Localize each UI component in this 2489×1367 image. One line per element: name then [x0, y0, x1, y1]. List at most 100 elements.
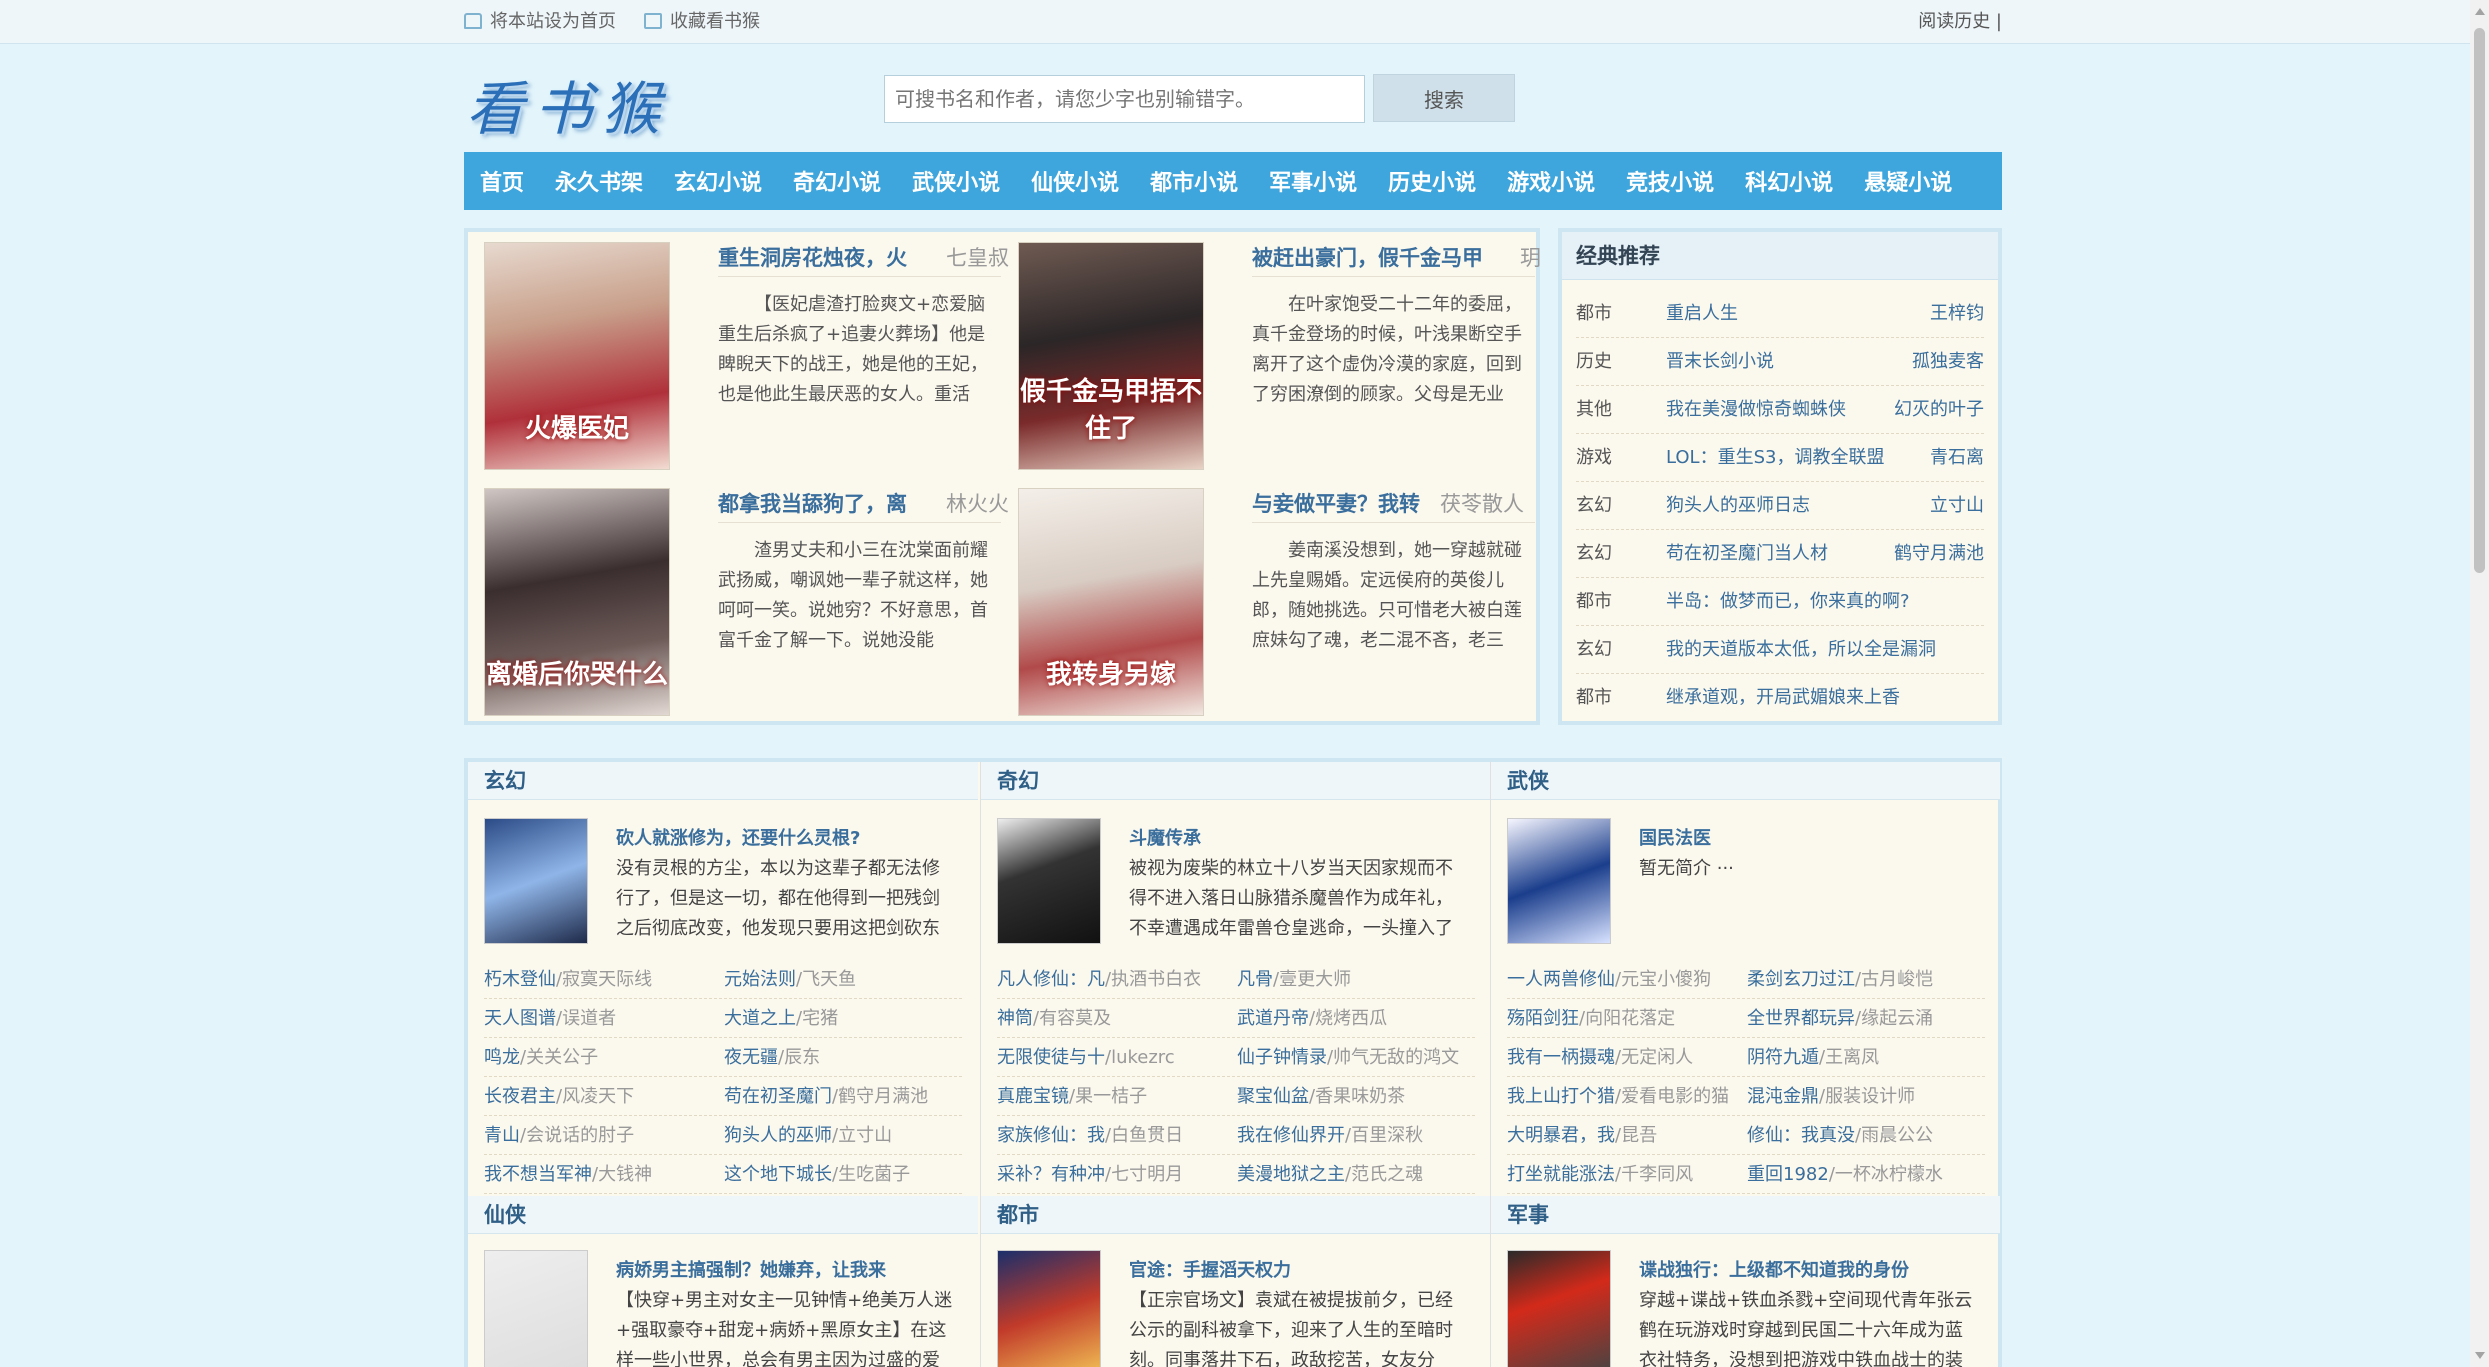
book-title[interactable]: 斗魔传承 — [1129, 824, 1201, 850]
nav-lishi[interactable]: 历史小说 — [1388, 165, 1476, 197]
list-item: 都市 继承道观，开局武媚娘来上香 — [1576, 687, 1900, 708]
list-item[interactable]: 青山/会说话的肘子 — [484, 1116, 722, 1155]
list-item[interactable]: 我上山打个猎/爱看电影的猫 — [1507, 1077, 1745, 1116]
list-item[interactable]: 凡人修仙：凡/执酒书白衣 — [997, 960, 1235, 999]
book-description: 渣男丈夫和小三在沈棠面前耀武扬威，嘲讽她一辈子就这样，她呵呵一笑。说她穷？不好意… — [718, 540, 988, 651]
list-item[interactable]: 打坐就能涨法/千李同风 — [1507, 1155, 1745, 1194]
list-item[interactable]: 一人两兽修仙/元宝小傻狗 — [1507, 960, 1745, 999]
book-cover[interactable] — [484, 818, 588, 944]
list-item: 其他 我在美漫做惊奇蜘蛛侠 幻灭的叶子 — [1576, 386, 1984, 434]
page-scrollbar[interactable] — [2470, 0, 2489, 1367]
book-cover[interactable]: 离婚后你哭什么 — [484, 488, 670, 716]
list-item[interactable]: 美漫地狱之主/范氏之魂 — [1237, 1155, 1475, 1194]
search-input[interactable] — [884, 75, 1365, 123]
list-item[interactable]: 武道丹帝/烧烤西瓜 — [1237, 999, 1475, 1038]
nav-xianxia[interactable]: 仙侠小说 — [1031, 165, 1119, 197]
list-item[interactable]: 苟在初圣魔门/鹤守月满池 — [724, 1077, 962, 1116]
nav-xuanhuan[interactable]: 玄幻小说 — [674, 165, 762, 197]
book-title[interactable]: 重生洞房花烛夜，火 — [718, 242, 907, 272]
list-item[interactable]: 聚宝仙盆/香果味奶茶 — [1237, 1077, 1475, 1116]
list-item[interactable]: 朽木登仙/寂寞天际线 — [484, 960, 722, 999]
book-author: 茯苓散人 — [1440, 492, 1524, 516]
category-title[interactable]: 武侠 — [1491, 762, 2000, 800]
book-title[interactable]: 官途：手握滔天权力 — [1129, 1256, 1291, 1282]
book-cover[interactable] — [1507, 818, 1611, 944]
book-cover[interactable]: 火爆医妃 — [484, 242, 670, 470]
list-item[interactable]: 柔剑玄刀过江/古月峻恺 — [1747, 960, 1985, 999]
list-item[interactable]: 鸣龙/关关公子 — [484, 1038, 722, 1077]
book-title[interactable]: 被赶出豪门，假千金马甲 — [1252, 242, 1483, 272]
book-cover[interactable] — [997, 818, 1101, 944]
list-item[interactable]: 凡骨/壹更大师 — [1237, 960, 1475, 999]
book-title[interactable]: 病娇男主搞强制？她嫌弃，让我来 — [616, 1256, 886, 1282]
category-title[interactable]: 玄幻 — [468, 762, 978, 800]
scrollbar-thumb[interactable] — [2474, 28, 2485, 573]
book-description: 暂无简介 ··· — [1639, 858, 1734, 879]
book-title[interactable]: 谍战独行：上级都不知道我的身份 — [1639, 1256, 1909, 1282]
list-item[interactable]: 殇陌剑狂/向阳花落定 — [1507, 999, 1745, 1038]
site-logo[interactable]: 看书猴 — [466, 62, 670, 146]
nav-xuanyi[interactable]: 悬疑小说 — [1864, 165, 1952, 197]
nav-wuxia[interactable]: 武侠小说 — [912, 165, 1000, 197]
list-item[interactable]: 夜无疆/辰东 — [724, 1038, 962, 1077]
home-icon — [464, 13, 482, 29]
book-description: 在叶家饱受二十二年的委屈，真千金登场的时候，叶浅果断空手离开了这个虚伪冷漠的家庭… — [1252, 294, 1522, 405]
list-item[interactable]: 大道之上/宅猪 — [724, 999, 962, 1038]
list-item[interactable]: 家族修仙：我/白鱼贯日 — [997, 1116, 1235, 1155]
featured-books-panel: 火爆医妃 重生洞房花烛夜，火 七皇叔 【医妃虐渣打脸爽文+恋爱脑重生后杀疯了+追… — [464, 228, 1541, 725]
book-author: 七皇叔 — [946, 246, 1009, 270]
book-cover[interactable] — [484, 1250, 588, 1367]
list-item[interactable]: 重回1982/一杯冰柠檬水 — [1747, 1155, 1985, 1194]
category-title[interactable]: 军事 — [1491, 1196, 2000, 1234]
list-item[interactable]: 大明暴君，我/昆吾 — [1507, 1116, 1745, 1155]
book-description: 【医妃虐渣打脸爽文+恋爱脑重生后杀疯了+追妻火葬场】他是睥睨天下的战王，她是他的… — [718, 294, 988, 405]
list-item[interactable]: 我在修仙界开/百里深秋 — [1237, 1116, 1475, 1155]
search-button[interactable]: 搜索 — [1373, 74, 1515, 122]
list-item[interactable]: 真鹿宝镜/果一桔子 — [997, 1077, 1235, 1116]
book-cover[interactable] — [1507, 1250, 1611, 1367]
list-item[interactable]: 元始法则/飞天鱼 — [724, 960, 962, 999]
list-item[interactable]: 长夜君主/风凌天下 — [484, 1077, 722, 1116]
nav-bookshelf[interactable]: 永久书架 — [555, 165, 643, 197]
nav-junshi[interactable]: 军事小说 — [1269, 165, 1357, 197]
book-title[interactable]: 砍人就涨修为，还要什么灵根? — [616, 824, 860, 850]
nav-qihuan[interactable]: 奇幻小说 — [793, 165, 881, 197]
bookmark-site-link[interactable]: 收藏看书猴 — [644, 0, 760, 44]
book-cover[interactable]: 假千金马甲捂不住了 — [1018, 242, 1204, 470]
category-title[interactable]: 奇幻 — [981, 762, 1490, 800]
list-item[interactable]: 仙子钟情录/帅气无敌的鸿文 — [1237, 1038, 1475, 1077]
book-title[interactable]: 都拿我当舔狗了，离 — [718, 488, 907, 518]
list-item[interactable]: 采补？有种冲/七寸明月 — [997, 1155, 1235, 1194]
list-item[interactable]: 我有一柄摄魂/无定闲人 — [1507, 1038, 1745, 1077]
book-title[interactable]: 与妾做平妻？我转 — [1252, 488, 1420, 518]
main-nav: 首页 永久书架 玄幻小说 奇幻小说 武侠小说 仙侠小说 都市小说 军事小说 历史… — [464, 152, 2002, 210]
book-description: 被视为废柴的林立十八岁当天因家规而不得不进入落日山脉猎杀魔兽作为成年礼，不幸遭遇… — [1129, 858, 1453, 939]
nav-youxi[interactable]: 游戏小说 — [1507, 165, 1595, 197]
list-item[interactable]: 狗头人的巫师/立寸山 — [724, 1116, 962, 1155]
book-author: 玥 — [1520, 246, 1541, 270]
list-item[interactable]: 天人图谱/误道者 — [484, 999, 722, 1038]
set-homepage-link[interactable]: 将本站设为首页 — [464, 0, 616, 44]
category-title[interactable]: 都市 — [981, 1196, 1490, 1234]
scroll-up-arrow[interactable] — [2475, 8, 2485, 15]
divider — [718, 522, 1001, 523]
list-item[interactable]: 全世界都玩异/缘起云涌 — [1747, 999, 1985, 1038]
reading-history-link[interactable]: 阅读历史 | — [1918, 0, 2002, 44]
book-cover[interactable]: 我转身另嫁 — [1018, 488, 1204, 716]
list-item[interactable]: 神筒/有容莫及 — [997, 999, 1235, 1038]
list-item[interactable]: 修仙：我真没/雨晨公公 — [1747, 1116, 1985, 1155]
nav-kehuan[interactable]: 科幻小说 — [1745, 165, 1833, 197]
list-item[interactable]: 无限使徒与十/lukezrc — [997, 1038, 1235, 1077]
list-item: 都市 半岛：做梦而已，你来真的啊? — [1576, 578, 1984, 626]
nav-dushi[interactable]: 都市小说 — [1150, 165, 1238, 197]
list-item[interactable]: 混沌金鼎/服装设计师 — [1747, 1077, 1985, 1116]
list-item[interactable]: 阴符九遁/王离凤 — [1747, 1038, 1985, 1077]
book-title[interactable]: 国民法医 — [1639, 824, 1711, 850]
book-cover[interactable] — [997, 1250, 1101, 1367]
category-title[interactable]: 仙侠 — [468, 1196, 978, 1234]
scroll-down-arrow[interactable] — [2475, 1352, 2485, 1359]
list-item[interactable]: 这个地下城长/生吃菌子 — [724, 1155, 962, 1194]
nav-home[interactable]: 首页 — [480, 165, 524, 197]
list-item[interactable]: 我不想当军神/大钱神 — [484, 1155, 722, 1194]
nav-jingji[interactable]: 竞技小说 — [1626, 165, 1714, 197]
